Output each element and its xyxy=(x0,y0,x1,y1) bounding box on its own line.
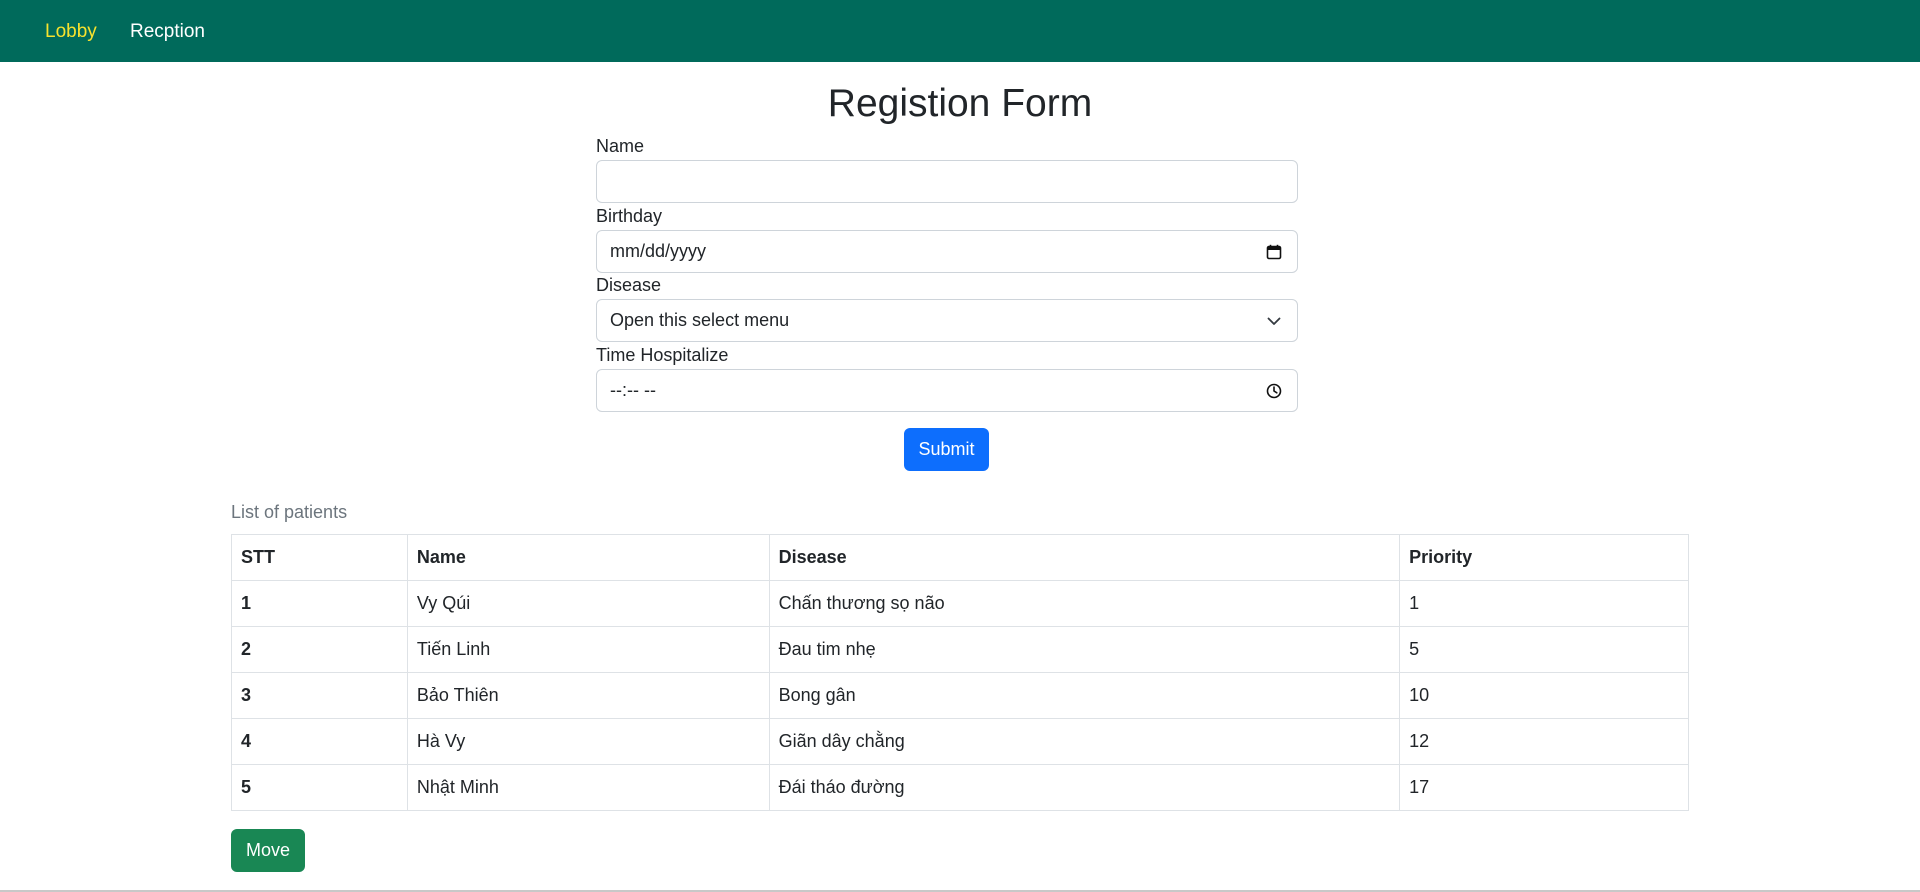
cell-priority: 1 xyxy=(1399,580,1689,627)
cell-disease: Đau tim nhẹ xyxy=(768,626,1401,673)
cell-name: Tiến Linh xyxy=(406,626,770,673)
name-input[interactable] xyxy=(596,160,1298,203)
cell-disease: Giãn dây chằng xyxy=(768,718,1401,765)
column-header-disease: Disease xyxy=(768,534,1401,581)
cell-stt: 5 xyxy=(231,764,408,811)
disease-select-value: Open this select menu xyxy=(610,310,790,330)
disease-label: Disease xyxy=(596,275,662,295)
birthday-input[interactable]: mm/dd/yyyy xyxy=(596,230,1298,273)
page-title: Registion Form xyxy=(827,82,1093,125)
cell-stt: 4 xyxy=(231,718,408,765)
cell-name: Vy Qúi xyxy=(406,580,770,627)
nav-link-reception[interactable]: Recption xyxy=(130,20,205,44)
table-header-row: STT Name Disease Priority xyxy=(231,534,1689,581)
birthday-label: Birthday xyxy=(596,206,663,226)
table-row: 4 Hà Vy Giãn dây chằng 12 xyxy=(231,718,1689,765)
cell-name: Bảo Thiên xyxy=(406,672,770,719)
time-hospitalize-label: Time Hospitalize xyxy=(596,345,729,365)
cell-priority: 12 xyxy=(1399,718,1689,765)
move-button[interactable]: Move xyxy=(231,829,305,872)
cell-name: Nhật Minh xyxy=(406,764,770,811)
table-row: 3 Bảo Thiên Bong gân 10 xyxy=(231,672,1689,719)
calendar-icon[interactable] xyxy=(1264,242,1284,262)
time-hospitalize-input[interactable]: --:-- -- xyxy=(596,369,1298,412)
table-row: 1 Vy Qúi Chấn thương sọ não 1 xyxy=(231,580,1689,627)
cell-disease: Chấn thương sọ não xyxy=(768,580,1401,627)
cell-priority: 17 xyxy=(1399,764,1689,811)
disease-select[interactable]: Open this select menu xyxy=(596,299,1298,342)
table-caption: List of patients xyxy=(231,502,348,522)
table-row: 5 Nhật Minh Đái tháo đường 17 xyxy=(231,764,1689,811)
patients-table: STT Name Disease Priority 1 Vy Qúi Chấn … xyxy=(231,534,1689,811)
cell-priority: 10 xyxy=(1399,672,1689,719)
top-navbar: Lobby Recption xyxy=(0,0,1920,62)
table-row: 2 Tiến Linh Đau tim nhẹ 5 xyxy=(231,626,1689,673)
clock-icon[interactable] xyxy=(1264,381,1284,401)
time-placeholder: --:-- -- xyxy=(610,380,656,400)
cell-stt: 3 xyxy=(231,672,408,719)
cell-disease: Đái tháo đường xyxy=(768,764,1401,811)
submit-button[interactable]: Submit xyxy=(904,428,989,471)
chevron-down-icon xyxy=(1264,311,1284,331)
cell-priority: 5 xyxy=(1399,626,1689,673)
cell-name: Hà Vy xyxy=(406,718,770,765)
cell-stt: 2 xyxy=(231,626,408,673)
column-header-priority: Priority xyxy=(1399,534,1689,581)
cell-disease: Bong gân xyxy=(768,672,1401,719)
column-header-name: Name xyxy=(406,534,770,581)
cell-stt: 1 xyxy=(231,580,408,627)
birthday-placeholder: mm/dd/yyyy xyxy=(610,241,707,261)
column-header-stt: STT xyxy=(231,534,408,581)
name-label: Name xyxy=(596,136,645,156)
nav-link-lobby[interactable]: Lobby xyxy=(45,20,97,44)
